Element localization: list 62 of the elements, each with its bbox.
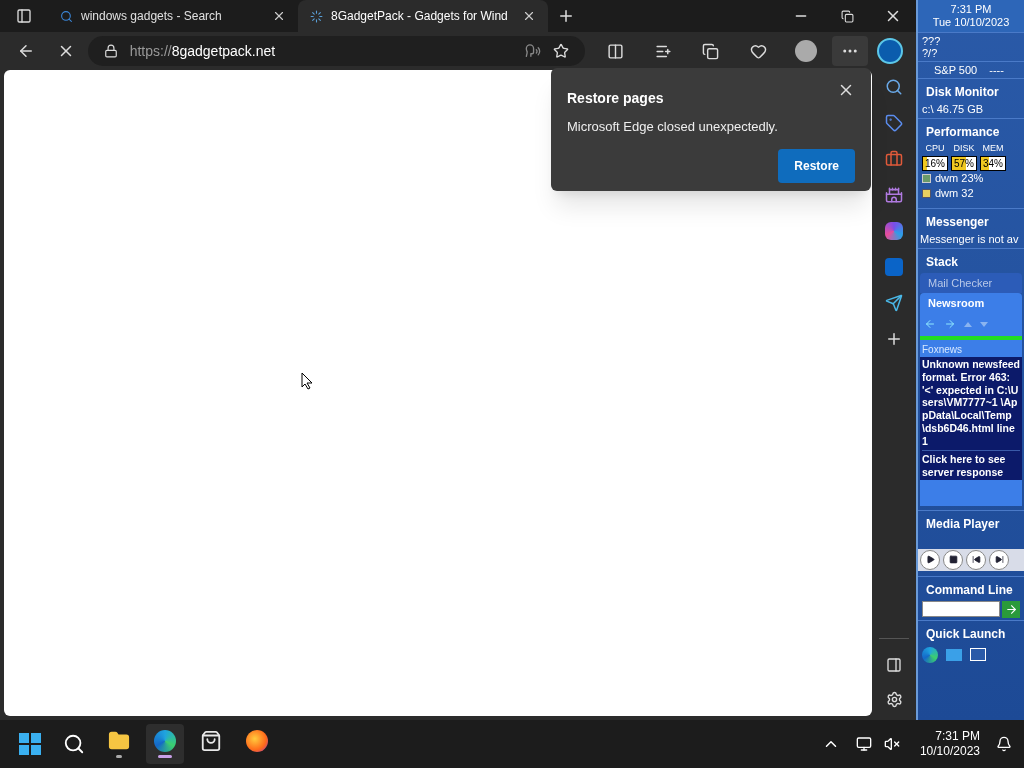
stock-value: ---- xyxy=(989,63,1004,77)
close-tab-icon[interactable] xyxy=(522,9,536,23)
address-bar[interactable]: https://8gadgetpack.net xyxy=(87,36,586,66)
star-icon[interactable] xyxy=(553,43,570,59)
weather-text: ?/? xyxy=(922,47,939,59)
monitor-icon xyxy=(922,173,931,183)
notification-bell-icon[interactable] xyxy=(996,736,1012,752)
add-icon[interactable] xyxy=(885,330,903,348)
meter-label: MEM xyxy=(982,142,1004,155)
play-icon[interactable] xyxy=(920,549,940,570)
monitor-icon[interactable] xyxy=(946,646,962,663)
send-icon[interactable] xyxy=(885,294,903,312)
messenger-status: Messenger is not av xyxy=(919,232,1020,247)
news-error: Unknown newsfeed format. Error 463: '<' expected in C:\Users\VM7777~1 \AppData\Local\Temp\dsb6D46.html line 1 xyxy=(922,358,1020,448)
cursor-icon xyxy=(301,372,313,390)
close-tab-icon[interactable] xyxy=(272,9,286,23)
process-text: dwm 23% xyxy=(935,170,984,186)
process-text: dwm 32 xyxy=(935,185,974,201)
gadget-title: Quick Launch xyxy=(925,625,1007,643)
search-icon xyxy=(60,9,73,23)
news-source: Foxnews xyxy=(921,343,963,357)
gadget-title: Messenger xyxy=(925,214,990,231)
meter-label: DISK xyxy=(953,142,975,155)
browser-tab[interactable]: windows gadgets - Search xyxy=(48,0,298,32)
tag-icon[interactable] xyxy=(885,114,903,132)
gadget-title: Performance xyxy=(925,124,1001,141)
dialog-message: Microsoft Edge closed unexpectedly. xyxy=(567,118,779,136)
next-icon[interactable] xyxy=(989,549,1009,570)
dialog-title: Restore pages xyxy=(567,89,664,108)
more-icon[interactable] xyxy=(832,36,869,66)
volume-muted-icon[interactable] xyxy=(883,736,900,752)
gadget-title: Stack xyxy=(925,254,960,271)
read-aloud-icon[interactable] xyxy=(525,43,542,59)
gadget-title: Media Player xyxy=(925,515,1001,533)
clock-date: Tue 10/10/2023 xyxy=(932,16,1010,29)
browser-tab[interactable]: 8GadgetPack - Gadgets for Wind xyxy=(298,0,548,32)
gadget-title: Disk Monitor xyxy=(925,84,1000,101)
stock-name: S&P 500 xyxy=(934,63,978,77)
shopping-bag-icon xyxy=(200,730,222,752)
url-text: https://8gadgetpack.net xyxy=(129,41,276,61)
taskbar-app[interactable] xyxy=(146,724,184,764)
meter-label: CPU xyxy=(925,142,945,155)
taskbar-time: 7:31 PM xyxy=(935,729,980,744)
restore-button[interactable]: Restore xyxy=(778,148,855,183)
stop-icon[interactable] xyxy=(943,549,963,570)
folder-icon xyxy=(108,730,130,752)
gadget-title: Command Line xyxy=(925,581,1014,599)
toolbox-icon[interactable] xyxy=(885,150,903,168)
stack-item[interactable]: Newsroom xyxy=(920,293,1022,313)
clock-time: 7:31 PM xyxy=(950,3,992,16)
server-response-link[interactable]: Click here to see server response xyxy=(922,452,1020,479)
lock-icon xyxy=(103,44,118,58)
loading-spinner-icon xyxy=(310,9,323,23)
sidebar-toggle-icon[interactable] xyxy=(886,657,902,673)
weather-text: ??? xyxy=(922,35,942,47)
settings-icon[interactable] xyxy=(885,691,903,708)
search-icon[interactable] xyxy=(885,78,903,96)
previous-icon[interactable] xyxy=(966,549,986,570)
command-input[interactable] xyxy=(922,601,1000,618)
disk-space: c:\ 46.75 GB xyxy=(921,102,985,117)
taskbar-date: 10/10/2023 xyxy=(919,744,980,759)
stack-item[interactable]: Mail Checker xyxy=(920,273,1022,293)
